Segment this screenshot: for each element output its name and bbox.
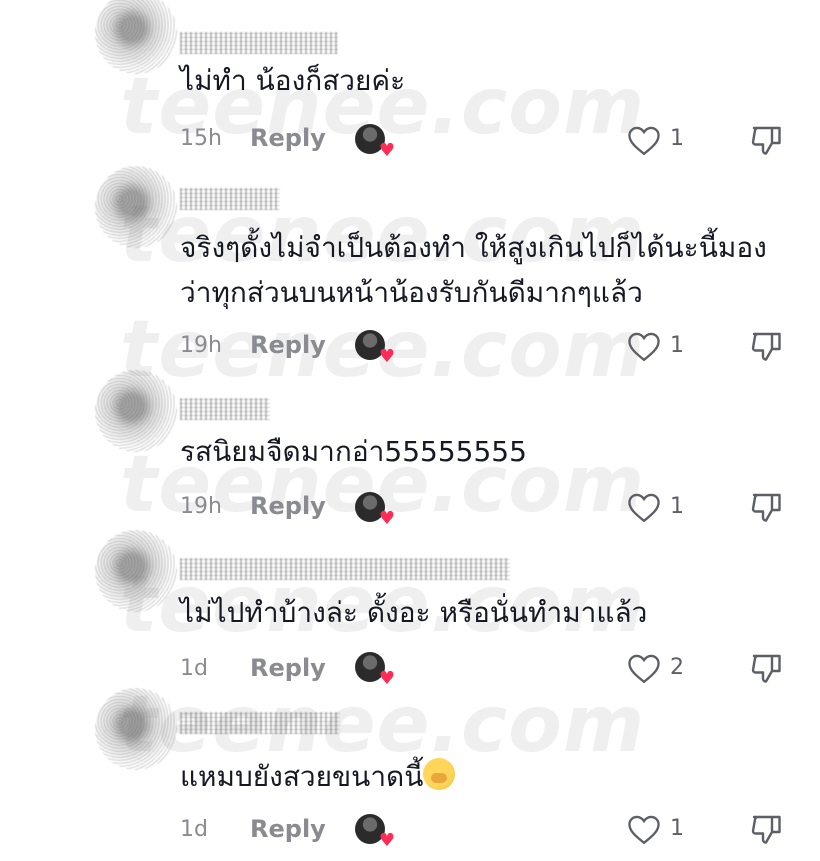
- creator-liked-avatar: ♥: [355, 652, 395, 688]
- reply-button[interactable]: Reply: [250, 331, 326, 359]
- creator-liked-avatar: ♥: [355, 814, 395, 850]
- creator-liked-avatar: ♥: [355, 124, 395, 160]
- thumbs-down-outline-icon[interactable]: [748, 650, 784, 686]
- like-count: 1: [670, 494, 684, 519]
- thumbs-down-outline-icon[interactable]: [748, 122, 784, 158]
- like-count: 2: [670, 655, 684, 680]
- creator-liked-avatar: ♥: [355, 330, 395, 366]
- comment-time: 1d: [180, 656, 208, 681]
- reply-button[interactable]: Reply: [250, 124, 326, 152]
- face-with-hand-over-mouth-emoji-icon: [423, 758, 456, 790]
- comment-text: รสนิยมจืดมากอ่า55555555: [180, 435, 527, 468]
- heart-icon: ♥: [378, 346, 395, 367]
- comment-text: จริงๆดั้งไม่จำเป็นต้องทำ ให้สูงเกินไปก็ไ…: [180, 231, 767, 309]
- heart-icon: ♥: [378, 508, 395, 529]
- comment-text: ไม่ไปทำบ้างล่ะ ดั้งอะ หรือนั่นทำมาแล้ว: [180, 596, 648, 629]
- creator-liked-avatar: ♥: [355, 492, 395, 528]
- heart-outline-icon[interactable]: [626, 491, 662, 523]
- comment-text-content: แหมบยังสวยขนาดนี้: [180, 760, 424, 793]
- like-count: 1: [670, 816, 684, 841]
- commenter-avatar[interactable]: [95, 0, 177, 74]
- comment-time: 19h: [180, 333, 222, 358]
- heart-outline-icon[interactable]: [626, 330, 662, 362]
- comment-text: แหมบยังสวยขนาดนี้: [180, 754, 790, 799]
- commenter-username-blurred[interactable]: [180, 558, 510, 580]
- commenter-avatar[interactable]: [95, 370, 177, 452]
- commenter-username-blurred[interactable]: [180, 188, 280, 210]
- like-count: 1: [670, 333, 684, 358]
- comment-time: 1d: [180, 817, 208, 842]
- commenter-username-blurred[interactable]: [180, 712, 340, 734]
- thumbs-down-outline-icon[interactable]: [748, 328, 784, 364]
- like-count: 1: [670, 126, 684, 151]
- comment-time: 15h: [180, 126, 222, 151]
- heart-icon: ♥: [378, 830, 395, 851]
- comment-time: 19h: [180, 494, 222, 519]
- reply-button[interactable]: Reply: [250, 492, 326, 520]
- reply-button[interactable]: Reply: [250, 815, 326, 843]
- heart-outline-icon[interactable]: [626, 813, 662, 845]
- heart-icon: ♥: [378, 140, 395, 161]
- heart-icon: ♥: [378, 668, 395, 689]
- commenter-avatar[interactable]: [95, 530, 177, 612]
- commenter-avatar[interactable]: [95, 688, 177, 770]
- commenter-username-blurred[interactable]: [180, 398, 270, 420]
- reply-button[interactable]: Reply: [250, 654, 326, 682]
- commenter-avatar[interactable]: [95, 166, 177, 248]
- comment-text: ไม่ทำ น้องก็สวยค่ะ: [180, 64, 406, 97]
- commenter-username-blurred[interactable]: [180, 32, 338, 54]
- thumbs-down-outline-icon[interactable]: [748, 489, 784, 525]
- heart-outline-icon[interactable]: [626, 652, 662, 684]
- heart-outline-icon[interactable]: [626, 124, 662, 156]
- thumbs-down-outline-icon[interactable]: [748, 811, 784, 847]
